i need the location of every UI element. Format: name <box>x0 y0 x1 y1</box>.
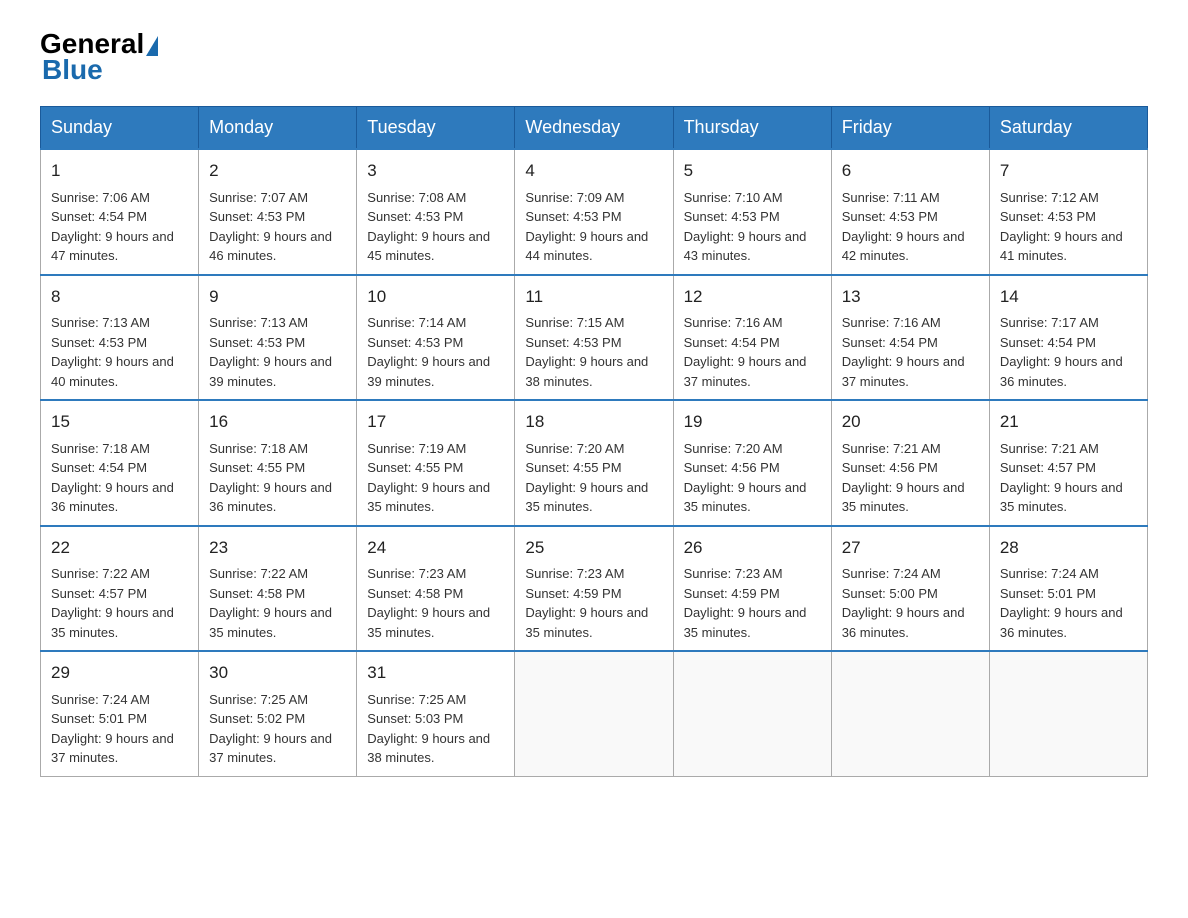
day-number: 11 <box>525 284 662 310</box>
calendar-cell: 8Sunrise: 7:13 AMSunset: 4:53 PMDaylight… <box>41 275 199 401</box>
calendar-cell: 27Sunrise: 7:24 AMSunset: 5:00 PMDayligh… <box>831 526 989 652</box>
day-number: 29 <box>51 660 188 686</box>
day-number: 3 <box>367 158 504 184</box>
calendar-cell: 31Sunrise: 7:25 AMSunset: 5:03 PMDayligh… <box>357 651 515 776</box>
day-number: 4 <box>525 158 662 184</box>
day-number: 7 <box>1000 158 1137 184</box>
calendar-cell: 24Sunrise: 7:23 AMSunset: 4:58 PMDayligh… <box>357 526 515 652</box>
calendar-cell: 15Sunrise: 7:18 AMSunset: 4:54 PMDayligh… <box>41 400 199 526</box>
day-number: 13 <box>842 284 979 310</box>
calendar-cell <box>515 651 673 776</box>
calendar-cell: 19Sunrise: 7:20 AMSunset: 4:56 PMDayligh… <box>673 400 831 526</box>
day-header-friday: Friday <box>831 107 989 150</box>
calendar-cell: 23Sunrise: 7:22 AMSunset: 4:58 PMDayligh… <box>199 526 357 652</box>
day-number: 9 <box>209 284 346 310</box>
logo-triangle-icon <box>146 36 158 56</box>
calendar-cell: 5Sunrise: 7:10 AMSunset: 4:53 PMDaylight… <box>673 149 831 275</box>
day-number: 12 <box>684 284 821 310</box>
calendar-cell: 17Sunrise: 7:19 AMSunset: 4:55 PMDayligh… <box>357 400 515 526</box>
calendar-cell: 20Sunrise: 7:21 AMSunset: 4:56 PMDayligh… <box>831 400 989 526</box>
calendar-cell: 18Sunrise: 7:20 AMSunset: 4:55 PMDayligh… <box>515 400 673 526</box>
day-number: 16 <box>209 409 346 435</box>
day-header-saturday: Saturday <box>989 107 1147 150</box>
logo: General Blue <box>40 30 160 86</box>
day-number: 30 <box>209 660 346 686</box>
calendar-header-row: SundayMondayTuesdayWednesdayThursdayFrid… <box>41 107 1148 150</box>
week-row-4: 22Sunrise: 7:22 AMSunset: 4:57 PMDayligh… <box>41 526 1148 652</box>
calendar-cell: 13Sunrise: 7:16 AMSunset: 4:54 PMDayligh… <box>831 275 989 401</box>
day-number: 14 <box>1000 284 1137 310</box>
day-number: 20 <box>842 409 979 435</box>
week-row-2: 8Sunrise: 7:13 AMSunset: 4:53 PMDaylight… <box>41 275 1148 401</box>
day-number: 21 <box>1000 409 1137 435</box>
day-number: 15 <box>51 409 188 435</box>
day-number: 5 <box>684 158 821 184</box>
day-number: 22 <box>51 535 188 561</box>
day-number: 18 <box>525 409 662 435</box>
calendar-cell: 16Sunrise: 7:18 AMSunset: 4:55 PMDayligh… <box>199 400 357 526</box>
calendar-cell <box>989 651 1147 776</box>
day-number: 6 <box>842 158 979 184</box>
week-row-1: 1Sunrise: 7:06 AMSunset: 4:54 PMDaylight… <box>41 149 1148 275</box>
calendar-cell: 4Sunrise: 7:09 AMSunset: 4:53 PMDaylight… <box>515 149 673 275</box>
day-number: 1 <box>51 158 188 184</box>
day-number: 28 <box>1000 535 1137 561</box>
calendar-cell: 7Sunrise: 7:12 AMSunset: 4:53 PMDaylight… <box>989 149 1147 275</box>
day-number: 19 <box>684 409 821 435</box>
calendar-cell: 9Sunrise: 7:13 AMSunset: 4:53 PMDaylight… <box>199 275 357 401</box>
week-row-5: 29Sunrise: 7:24 AMSunset: 5:01 PMDayligh… <box>41 651 1148 776</box>
calendar-cell <box>831 651 989 776</box>
calendar-table: SundayMondayTuesdayWednesdayThursdayFrid… <box>40 106 1148 777</box>
day-header-thursday: Thursday <box>673 107 831 150</box>
calendar-cell: 26Sunrise: 7:23 AMSunset: 4:59 PMDayligh… <box>673 526 831 652</box>
week-row-3: 15Sunrise: 7:18 AMSunset: 4:54 PMDayligh… <box>41 400 1148 526</box>
day-header-sunday: Sunday <box>41 107 199 150</box>
calendar-cell: 14Sunrise: 7:17 AMSunset: 4:54 PMDayligh… <box>989 275 1147 401</box>
calendar-cell: 28Sunrise: 7:24 AMSunset: 5:01 PMDayligh… <box>989 526 1147 652</box>
day-number: 31 <box>367 660 504 686</box>
day-number: 8 <box>51 284 188 310</box>
day-number: 23 <box>209 535 346 561</box>
calendar-cell: 3Sunrise: 7:08 AMSunset: 4:53 PMDaylight… <box>357 149 515 275</box>
calendar-cell: 30Sunrise: 7:25 AMSunset: 5:02 PMDayligh… <box>199 651 357 776</box>
logo-blue-text: Blue <box>42 54 103 86</box>
day-number: 17 <box>367 409 504 435</box>
day-header-wednesday: Wednesday <box>515 107 673 150</box>
day-number: 27 <box>842 535 979 561</box>
calendar-cell: 25Sunrise: 7:23 AMSunset: 4:59 PMDayligh… <box>515 526 673 652</box>
calendar-cell: 11Sunrise: 7:15 AMSunset: 4:53 PMDayligh… <box>515 275 673 401</box>
calendar-cell: 1Sunrise: 7:06 AMSunset: 4:54 PMDaylight… <box>41 149 199 275</box>
day-number: 24 <box>367 535 504 561</box>
calendar-cell: 21Sunrise: 7:21 AMSunset: 4:57 PMDayligh… <box>989 400 1147 526</box>
calendar-cell <box>673 651 831 776</box>
calendar-cell: 6Sunrise: 7:11 AMSunset: 4:53 PMDaylight… <box>831 149 989 275</box>
calendar-cell: 2Sunrise: 7:07 AMSunset: 4:53 PMDaylight… <box>199 149 357 275</box>
calendar-cell: 29Sunrise: 7:24 AMSunset: 5:01 PMDayligh… <box>41 651 199 776</box>
calendar-cell: 12Sunrise: 7:16 AMSunset: 4:54 PMDayligh… <box>673 275 831 401</box>
day-header-monday: Monday <box>199 107 357 150</box>
day-number: 10 <box>367 284 504 310</box>
calendar-cell: 10Sunrise: 7:14 AMSunset: 4:53 PMDayligh… <box>357 275 515 401</box>
day-number: 2 <box>209 158 346 184</box>
day-header-tuesday: Tuesday <box>357 107 515 150</box>
calendar-cell: 22Sunrise: 7:22 AMSunset: 4:57 PMDayligh… <box>41 526 199 652</box>
day-number: 25 <box>525 535 662 561</box>
day-number: 26 <box>684 535 821 561</box>
page-header: General Blue <box>40 30 1148 86</box>
